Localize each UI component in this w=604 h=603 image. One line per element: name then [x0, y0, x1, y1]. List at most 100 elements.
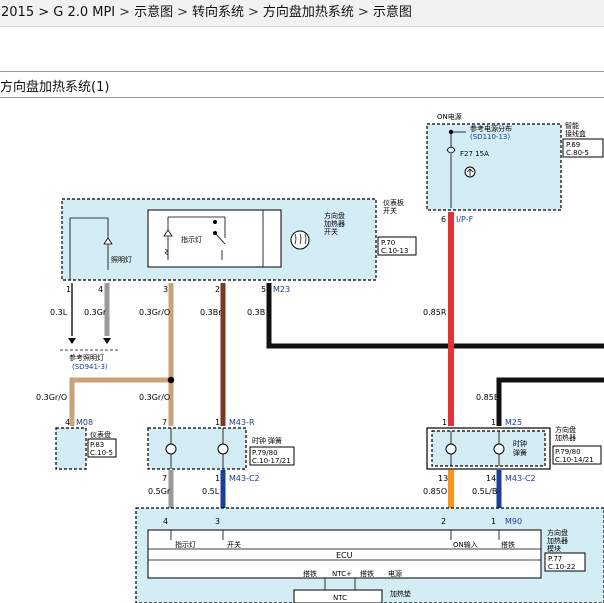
ip-name-2: 开关: [383, 206, 397, 215]
power-ref-code: (SD110-13): [470, 133, 510, 141]
cs-left-box: [147, 427, 247, 470]
swh-coil-icon: [493, 443, 505, 455]
ecu-input-ground: 搭铁: [501, 540, 515, 549]
jb-page-ref-1: P.69: [566, 141, 580, 149]
heater-pad-label: 加热垫: [390, 589, 411, 598]
ip-pin-4: 4: [98, 285, 103, 294]
ecu-name-1: 方向盘: [547, 528, 568, 537]
cs-left-pin-7: 7: [162, 418, 167, 427]
cluster-name: 仪表盘: [90, 430, 111, 439]
swh-pin-1b: 1: [491, 418, 496, 427]
jb-page-ref-2: C.80-5: [566, 149, 589, 157]
jb-pin-label: 6: [441, 215, 446, 224]
ntc-label: NTC: [333, 594, 347, 602]
ecu-input-indicator: 指示灯: [175, 540, 196, 549]
wire-label-0-5gr: 0.5Gr: [148, 487, 171, 496]
wire-label-0-5l-b: 0.5L/B: [472, 487, 497, 496]
wire-label-0-3l: 0.3L: [50, 308, 68, 317]
ip-page-ref-2: C.10-13: [381, 247, 408, 255]
ecu-name-2: 加热器: [547, 536, 568, 545]
cluster-connector: M08: [76, 418, 93, 427]
cs-left-connector-bottom: M43-C2: [229, 474, 260, 483]
wire-label-0-3br: 0.3Br: [200, 308, 222, 317]
wire-label-0-5l: 0.5L: [202, 487, 220, 496]
cluster-page-ref-1: P.83: [90, 441, 104, 449]
fuse-label: F27 15A: [460, 150, 489, 158]
ecu-pin-2: 2: [441, 517, 446, 526]
arrow-up-icon: [68, 338, 76, 344]
cs-left-page-ref-2: C.10-17/21: [252, 457, 291, 465]
ecu-label: ECU: [336, 551, 353, 560]
switch-name-1: 方向盘: [324, 211, 345, 220]
arrow-down-icon: [103, 338, 111, 344]
wire-label-splice: 0.3Gr/O: [139, 393, 170, 402]
swh-coil-icon: [445, 443, 457, 455]
steering-heat-icon: [290, 230, 310, 250]
cs-left-connector-top: M43-R: [229, 418, 255, 427]
wiring-diagram: .b{fill:#d4ecf3;stroke:#000;stroke-width…: [36, 112, 604, 603]
ref-illum-code: (SD941-3): [72, 363, 108, 371]
ecu-pin-3: 3: [215, 517, 220, 526]
wire-label-0-3gr-o: 0.3Gr/O: [139, 308, 170, 317]
jb-name-1: 智能: [565, 121, 579, 130]
ecu-bottom-ntc-plus: NTC+: [332, 570, 352, 578]
ref-illum-label: 参考照明灯: [69, 353, 104, 362]
cs-left-pin-bottom-1: 1: [215, 474, 220, 483]
ip-connector-label: M23: [273, 285, 290, 294]
ecu-page-ref-1: P.77: [548, 555, 562, 563]
switch-name-2: 加热器: [324, 219, 345, 228]
cs-left-page-ref-1: P.79/80: [252, 449, 278, 457]
swh-inner-label-1: 时钟: [513, 439, 527, 448]
instrument-cluster: 0.3Gr/O 4 M08 仪表盘 P.83 C.10-5: [36, 393, 117, 470]
ecu-bottom-power: 电源: [388, 569, 402, 578]
power-ref-label: 参考电源分布: [470, 124, 512, 133]
indicator-label: 指示灯: [181, 235, 202, 244]
ecu-connector: M90: [505, 517, 522, 526]
cs-left-coil-icon: [165, 443, 177, 455]
ecu-name-3: 模块: [547, 544, 561, 553]
jb-name-2: 接线盒: [565, 129, 586, 138]
ecu-input-on: ON输入: [453, 540, 478, 549]
switch-contact-1: [213, 220, 217, 224]
swh-name-2: 加热器: [555, 433, 576, 442]
ip-pin-3: 3: [163, 285, 168, 294]
ecu-page-ref-2: C.10-22: [548, 563, 575, 571]
wire-label-0-3b: 0.3B: [247, 308, 265, 317]
wire-label-0-85o: 0.85O: [423, 487, 447, 496]
cs-left-pin-1: 1: [215, 418, 220, 427]
cluster-page-ref-2: C.10-5: [90, 449, 113, 457]
cluster-box: [55, 427, 87, 470]
switch-name-3: 开关: [324, 227, 338, 236]
ip-pin-1: 1: [66, 285, 71, 294]
swh-inner-label-2: 弹簧: [513, 448, 527, 457]
on-power-label: ON电源: [437, 112, 462, 121]
ip-pin-5: 5: [261, 285, 266, 294]
swh-pin-14: 14: [486, 474, 496, 483]
cs-left-pin-bottom-7: 7: [162, 474, 167, 483]
cluster-wire-label: 0.3Gr/O: [36, 393, 67, 402]
smart-junction-box: ON电源 参考电源分布 (SD110-13) F27 15A 智能 接线盒 P.…: [426, 112, 604, 224]
swh-pin-1a: 1: [442, 418, 447, 427]
ecu-bottom-ground-1: 搭铁: [303, 569, 317, 578]
cs-left-name-1: 时钟: [252, 436, 266, 445]
ip-name-1: 仪表板: [383, 198, 404, 207]
swh-connector-top: M25: [505, 418, 522, 427]
ecu-pin-4: 4: [163, 517, 168, 526]
cs-left-name-2: 弹簧: [268, 436, 282, 445]
splice-point-icon: [167, 376, 175, 384]
ip-page-ref-1: P.70: [381, 239, 395, 247]
ip-pin-2: 2: [215, 285, 220, 294]
ecu-bottom-ground-2: 搭铁: [360, 569, 374, 578]
wire-label-0-85r: 0.85R: [423, 308, 447, 317]
ecu-pin-1: 1: [491, 517, 496, 526]
ecu-input-switch: 开关: [227, 540, 241, 549]
illumination-label: 照明灯: [111, 255, 132, 264]
cluster-pin: 4: [65, 418, 70, 427]
heater-ecu-module: 4 3 2 1 M90 方向盘 加热器 模块 P.77 C.10-22 指示灯 …: [135, 507, 604, 603]
wire-label-0-3gr: 0.3Gr: [84, 308, 107, 317]
jb-connector-label: I/P-F: [456, 215, 474, 224]
swh-page-ref-2: C.10-14/21: [555, 456, 594, 464]
swh-connector-bottom: M43-C2: [505, 474, 536, 483]
wire-label-0-85b: 0.85B: [476, 393, 499, 402]
instrument-panel-switch-box: 仪表板 开关 方向盘 加热器 开关 P.70 C.10-13 指示灯 照明灯 1…: [61, 198, 417, 294]
